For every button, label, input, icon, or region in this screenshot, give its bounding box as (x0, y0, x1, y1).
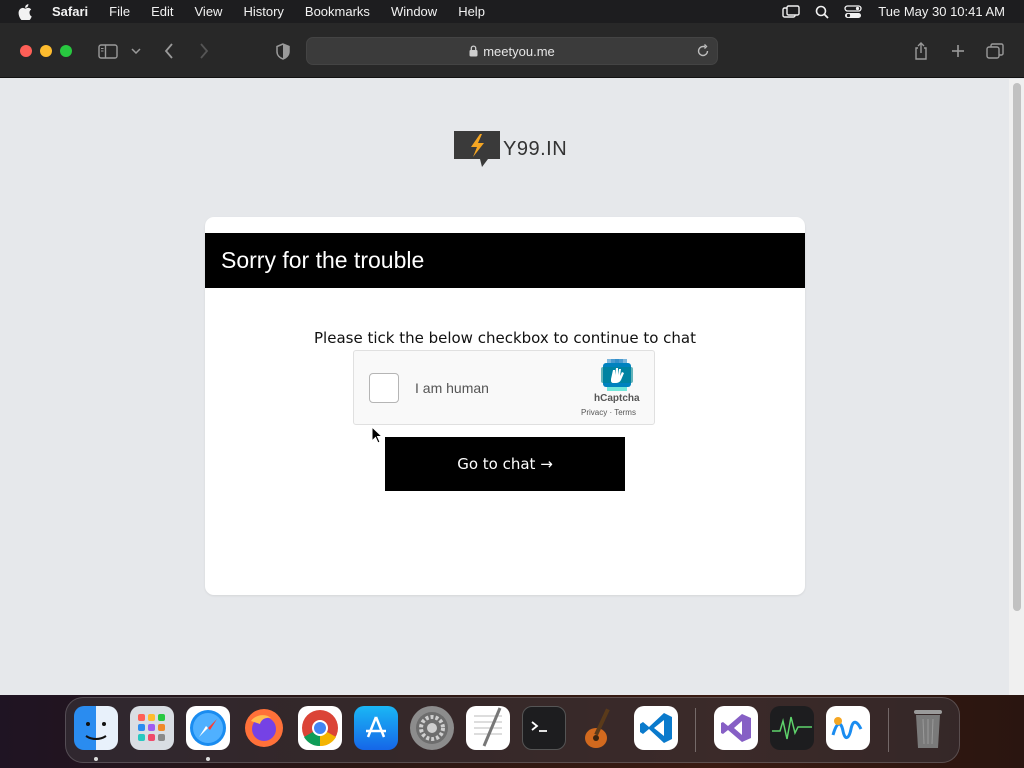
menu-history[interactable]: History (243, 4, 283, 19)
forward-icon[interactable] (196, 40, 212, 62)
dock (65, 697, 960, 763)
menu-clock[interactable]: Tue May 30 10:41 AM (878, 4, 1005, 19)
menu-edit[interactable]: Edit (151, 4, 173, 19)
privacy-shield-icon[interactable] (274, 40, 292, 62)
verification-card: Sorry for the trouble Please tick the be… (205, 217, 805, 595)
system-settings-icon[interactable] (410, 706, 454, 750)
menu-view[interactable]: View (195, 4, 223, 19)
finder-icon[interactable] (74, 706, 118, 750)
card-title: Sorry for the trouble (205, 233, 805, 288)
trash-icon[interactable] (906, 706, 950, 750)
page-viewport: Y99.IN Sorry for the trouble Please tick… (0, 79, 1024, 695)
browser-toolbar: meetyou.me (0, 23, 1024, 78)
menu-app-name[interactable]: Safari (52, 4, 88, 19)
reload-icon[interactable] (696, 44, 710, 58)
menu-window[interactable]: Window (391, 4, 437, 19)
menu-help[interactable]: Help (458, 4, 485, 19)
control-center-icon[interactable] (844, 4, 862, 19)
dock-separator-trash (888, 708, 889, 752)
back-icon[interactable] (161, 40, 177, 62)
human-checkbox[interactable] (369, 373, 399, 403)
scrollbar-thumb[interactable] (1013, 83, 1021, 611)
chrome-icon[interactable] (298, 706, 342, 750)
hcaptcha-logo-icon (601, 359, 633, 391)
captcha-label: I am human (415, 380, 489, 396)
captcha-brand: hCaptcha (594, 393, 640, 404)
screen-mirror-icon[interactable] (782, 4, 800, 19)
share-icon[interactable] (912, 40, 930, 62)
url-text[interactable]: meetyou.me (483, 44, 555, 59)
tab-overview-icon[interactable] (985, 40, 1005, 62)
garageband-icon[interactable] (578, 706, 622, 750)
dock-separator (695, 708, 696, 752)
scrollbar[interactable] (1009, 79, 1024, 695)
safari-icon[interactable] (186, 706, 230, 750)
terminal-icon[interactable] (522, 706, 566, 750)
apple-menu-icon[interactable] (18, 3, 34, 20)
logo-bolt-icon (454, 131, 500, 167)
menu-bar: Safari File Edit View History Bookmarks … (0, 0, 1024, 23)
search-icon[interactable] (815, 5, 829, 19)
browser-window: meetyou.me Y99.IN Sorry for the trouble … (0, 23, 1024, 695)
go-to-chat-button[interactable]: Go to chat → (385, 437, 625, 491)
launchpad-icon[interactable] (130, 706, 174, 750)
logo-text: Y99.IN (503, 137, 568, 160)
firefox-icon[interactable] (242, 706, 286, 750)
chevron-down-icon[interactable] (130, 40, 142, 62)
app-store-icon[interactable] (354, 706, 398, 750)
close-window-button[interactable] (20, 45, 32, 57)
textedit-icon[interactable] (466, 706, 510, 750)
safari-running-indicator (206, 757, 210, 761)
minimize-window-button[interactable] (40, 45, 52, 57)
menu-file[interactable]: File (109, 4, 130, 19)
hcaptcha-widget[interactable]: I am human hCaptcha Privacy · Terms (353, 350, 655, 425)
captcha-legal-links[interactable]: Privacy · Terms (581, 408, 636, 417)
visual-studio-icon[interactable] (714, 706, 758, 750)
activity-monitor-icon[interactable] (770, 706, 814, 750)
lock-icon (469, 45, 478, 57)
maximize-window-button[interactable] (60, 45, 72, 57)
site-logo[interactable]: Y99.IN (454, 131, 567, 167)
address-bar[interactable]: meetyou.me (306, 37, 718, 65)
new-tab-icon[interactable] (949, 40, 967, 62)
freeform-icon[interactable] (826, 706, 870, 750)
sidebar-icon[interactable] (97, 40, 119, 62)
mouse-cursor-icon (371, 425, 384, 449)
vscode-icon[interactable] (634, 706, 678, 750)
instruction-text: Please tick the below checkbox to contin… (314, 329, 696, 347)
menu-bookmarks[interactable]: Bookmarks (305, 4, 370, 19)
finder-running-indicator (94, 757, 98, 761)
